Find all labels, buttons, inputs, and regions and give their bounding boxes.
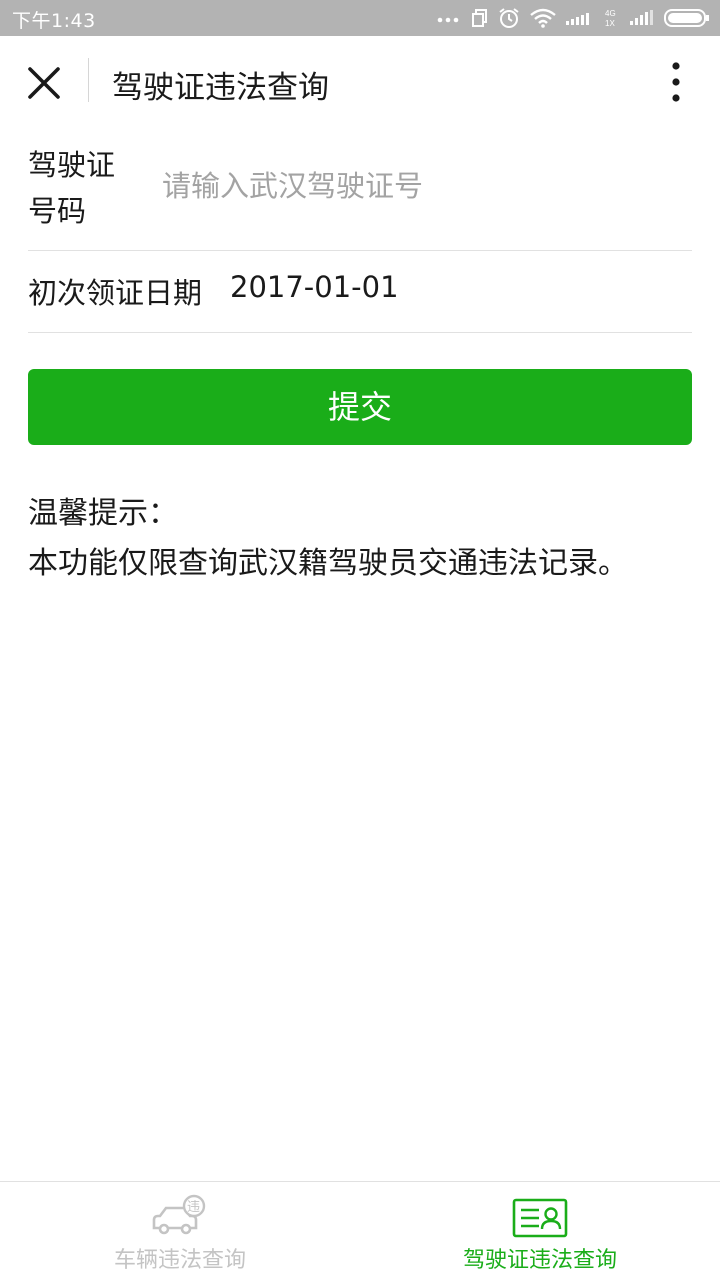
first-issue-date-picker[interactable]: 2017-01-01 [230, 270, 399, 304]
svg-text:违: 违 [187, 1200, 200, 1215]
license-number-row: 驾驶证 号码 [28, 132, 692, 251]
signal-icon [566, 13, 589, 25]
more-vertical-icon [672, 62, 680, 102]
more-dots-icon [437, 17, 459, 23]
network-label-icon: 4G1X [605, 9, 616, 28]
status-bar: 下午1:43 4G 1X [0, 0, 720, 36]
tab-license-violation[interactable]: 驾驶证违法查询 [360, 1182, 720, 1281]
battery-icon [664, 9, 709, 27]
more-button[interactable] [662, 60, 690, 104]
first-issue-date-label: 初次领证日期 [28, 276, 203, 310]
license-number-input[interactable] [162, 160, 682, 212]
car-violation-icon: 违 [152, 1194, 206, 1235]
svg-text:4G: 4G [605, 9, 616, 18]
page-title: 驾驶证违法查询 [112, 70, 329, 106]
tab-license-violation-label: 驾驶证违法查询 [462, 1248, 617, 1273]
alarm-icon [499, 8, 519, 28]
title-bar: 驾驶证违法查询 [0, 36, 720, 126]
close-icon [28, 67, 60, 99]
close-button[interactable] [22, 61, 66, 105]
bottom-tab-bar: 违 车辆违法查询 驾驶证违法查询 [0, 1181, 720, 1281]
svg-text:1X: 1X [605, 19, 615, 28]
status-icons: 4G 1X [436, 6, 710, 30]
sim-icon [472, 9, 487, 27]
license-number-label: 驾驶证 号码 [28, 148, 116, 228]
tip-title: 温馨提示： [28, 496, 178, 531]
tab-vehicle-violation-label: 车辆违法查询 [113, 1248, 246, 1273]
submit-button[interactable]: 提交 [28, 369, 692, 445]
signal-icon-2 [630, 10, 653, 25]
status-time: 下午1:43 [12, 10, 96, 32]
tab-vehicle-violation[interactable]: 违 车辆违法查询 [0, 1182, 360, 1281]
first-issue-date-row: 初次领证日期 2017-01-01 [28, 250, 692, 333]
wifi-icon [530, 8, 556, 28]
license-card-icon [512, 1198, 568, 1238]
tip-text: 本功能仅限查询武汉籍驾驶员交通违法记录。 [28, 546, 628, 581]
title-divider [88, 58, 89, 102]
